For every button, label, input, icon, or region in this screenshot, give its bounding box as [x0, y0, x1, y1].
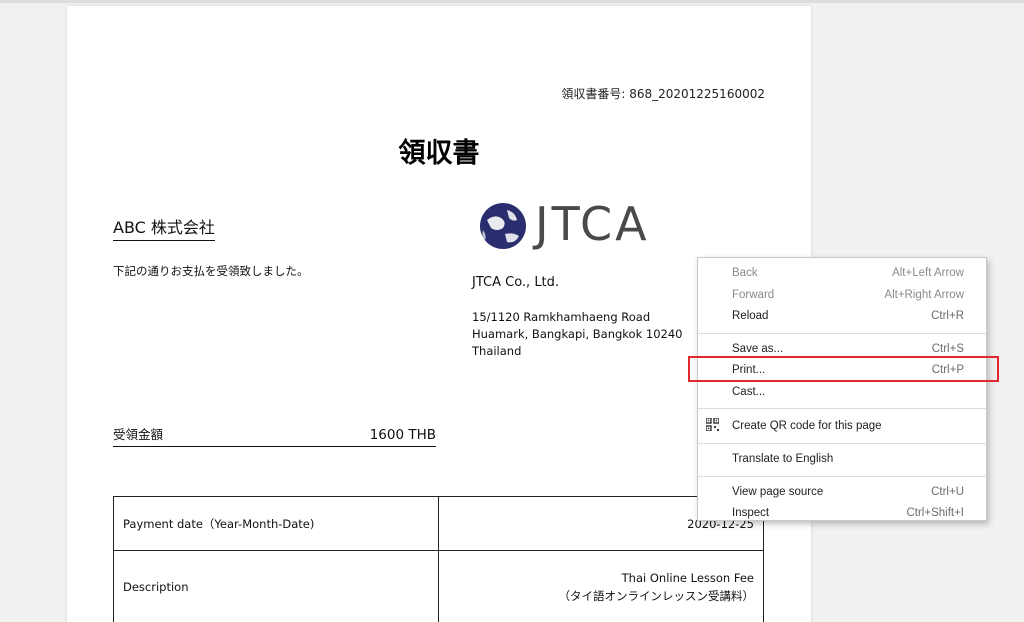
menu-item-label: Reload [732, 310, 769, 322]
customer-name: ABC 株式会社 [113, 217, 215, 241]
address-line: Thailand [472, 344, 522, 358]
amount-label: 受領金額 [113, 427, 164, 442]
table-row: Description Thai Online Lesson Fee （タイ語オ… [113, 550, 764, 622]
context-menu: Back Alt+Left Arrow Forward Alt+Right Ar… [697, 257, 987, 521]
company-logo: JTCA [477, 196, 677, 256]
receipt-number: 領収書番号: 868_20201225160002 [561, 87, 765, 101]
address-line: 15/1120 Ramkhamhaeng Road [472, 310, 651, 324]
menu-item-shortcut: Ctrl+R [931, 310, 964, 322]
description-label: Description [113, 550, 439, 622]
menu-item-inspect[interactable]: Inspect Ctrl+Shift+I [698, 503, 986, 525]
description-value: Thai Online Lesson Fee （タイ語オンラインレッスン受講料） [438, 550, 764, 622]
menu-item-label: Create QR code for this page [732, 420, 882, 432]
menu-item-shortcut: Alt+Right Arrow [884, 288, 964, 301]
logo-text: JTCA [535, 197, 650, 251]
menu-item-label: View page source [732, 485, 824, 498]
print-highlight-box [688, 356, 999, 382]
menu-separator [698, 332, 986, 334]
payment-date-label: Payment date（Year-Month-Date) [113, 496, 439, 551]
menu-item-label: Translate to English [732, 453, 834, 465]
company-name: JTCA Co., Ltd. [472, 275, 560, 290]
window-top-border [0, 0, 1024, 3]
menu-item-view-page-source[interactable]: View page source Ctrl+U [698, 482, 986, 504]
menu-item-label: Cast... [732, 385, 766, 398]
company-address: 15/1120 Ramkhamhaeng Road Huamark, Bangk… [472, 309, 682, 360]
address-line: Huamark, Bangkapi, Bangkok 10240 [472, 327, 683, 341]
table-row: Payment date（Year-Month-Date) 2020-12-25 [113, 496, 764, 551]
menu-separator [698, 443, 986, 444]
menu-item-translate[interactable]: Translate to English [698, 449, 986, 471]
menu-item-shortcut: Ctrl+Shift+I [906, 507, 964, 519]
description-line: （タイ語オンラインレッスン受講料） [558, 588, 755, 603]
menu-item-forward[interactable]: Forward Alt+Right Arrow [698, 285, 986, 307]
menu-item-shortcut: Alt+Left Arrow [892, 267, 964, 279]
menu-item-label: Forward [732, 288, 775, 301]
menu-item-label: Back [732, 267, 758, 279]
menu-item-back[interactable]: Back Alt+Left Arrow [698, 263, 986, 285]
amount-value: 1600 THB [369, 427, 436, 443]
receipt-details-table: Payment date（Year-Month-Date) 2020-12-25… [113, 496, 764, 622]
receipt-title: 領収書 [398, 138, 480, 169]
globe-icon [480, 203, 526, 249]
menu-item-cast[interactable]: Cast... [698, 382, 986, 404]
description-line: Thai Online Lesson Fee [621, 570, 754, 585]
menu-separator [698, 408, 986, 409]
menu-item-reload[interactable]: Reload Ctrl+R [698, 306, 986, 328]
amount-received: 受領金額 1600 THB [113, 424, 436, 447]
menu-item-create-qr-code[interactable]: Create QR code for this page [698, 414, 986, 438]
qr-code-icon [706, 418, 719, 431]
menu-item-label: Inspect [732, 507, 770, 519]
menu-separator [698, 475, 986, 477]
menu-item-shortcut: Ctrl+U [931, 485, 964, 498]
acknowledgement-text: 下記の通りお支払を受領致しました。 [113, 264, 309, 278]
